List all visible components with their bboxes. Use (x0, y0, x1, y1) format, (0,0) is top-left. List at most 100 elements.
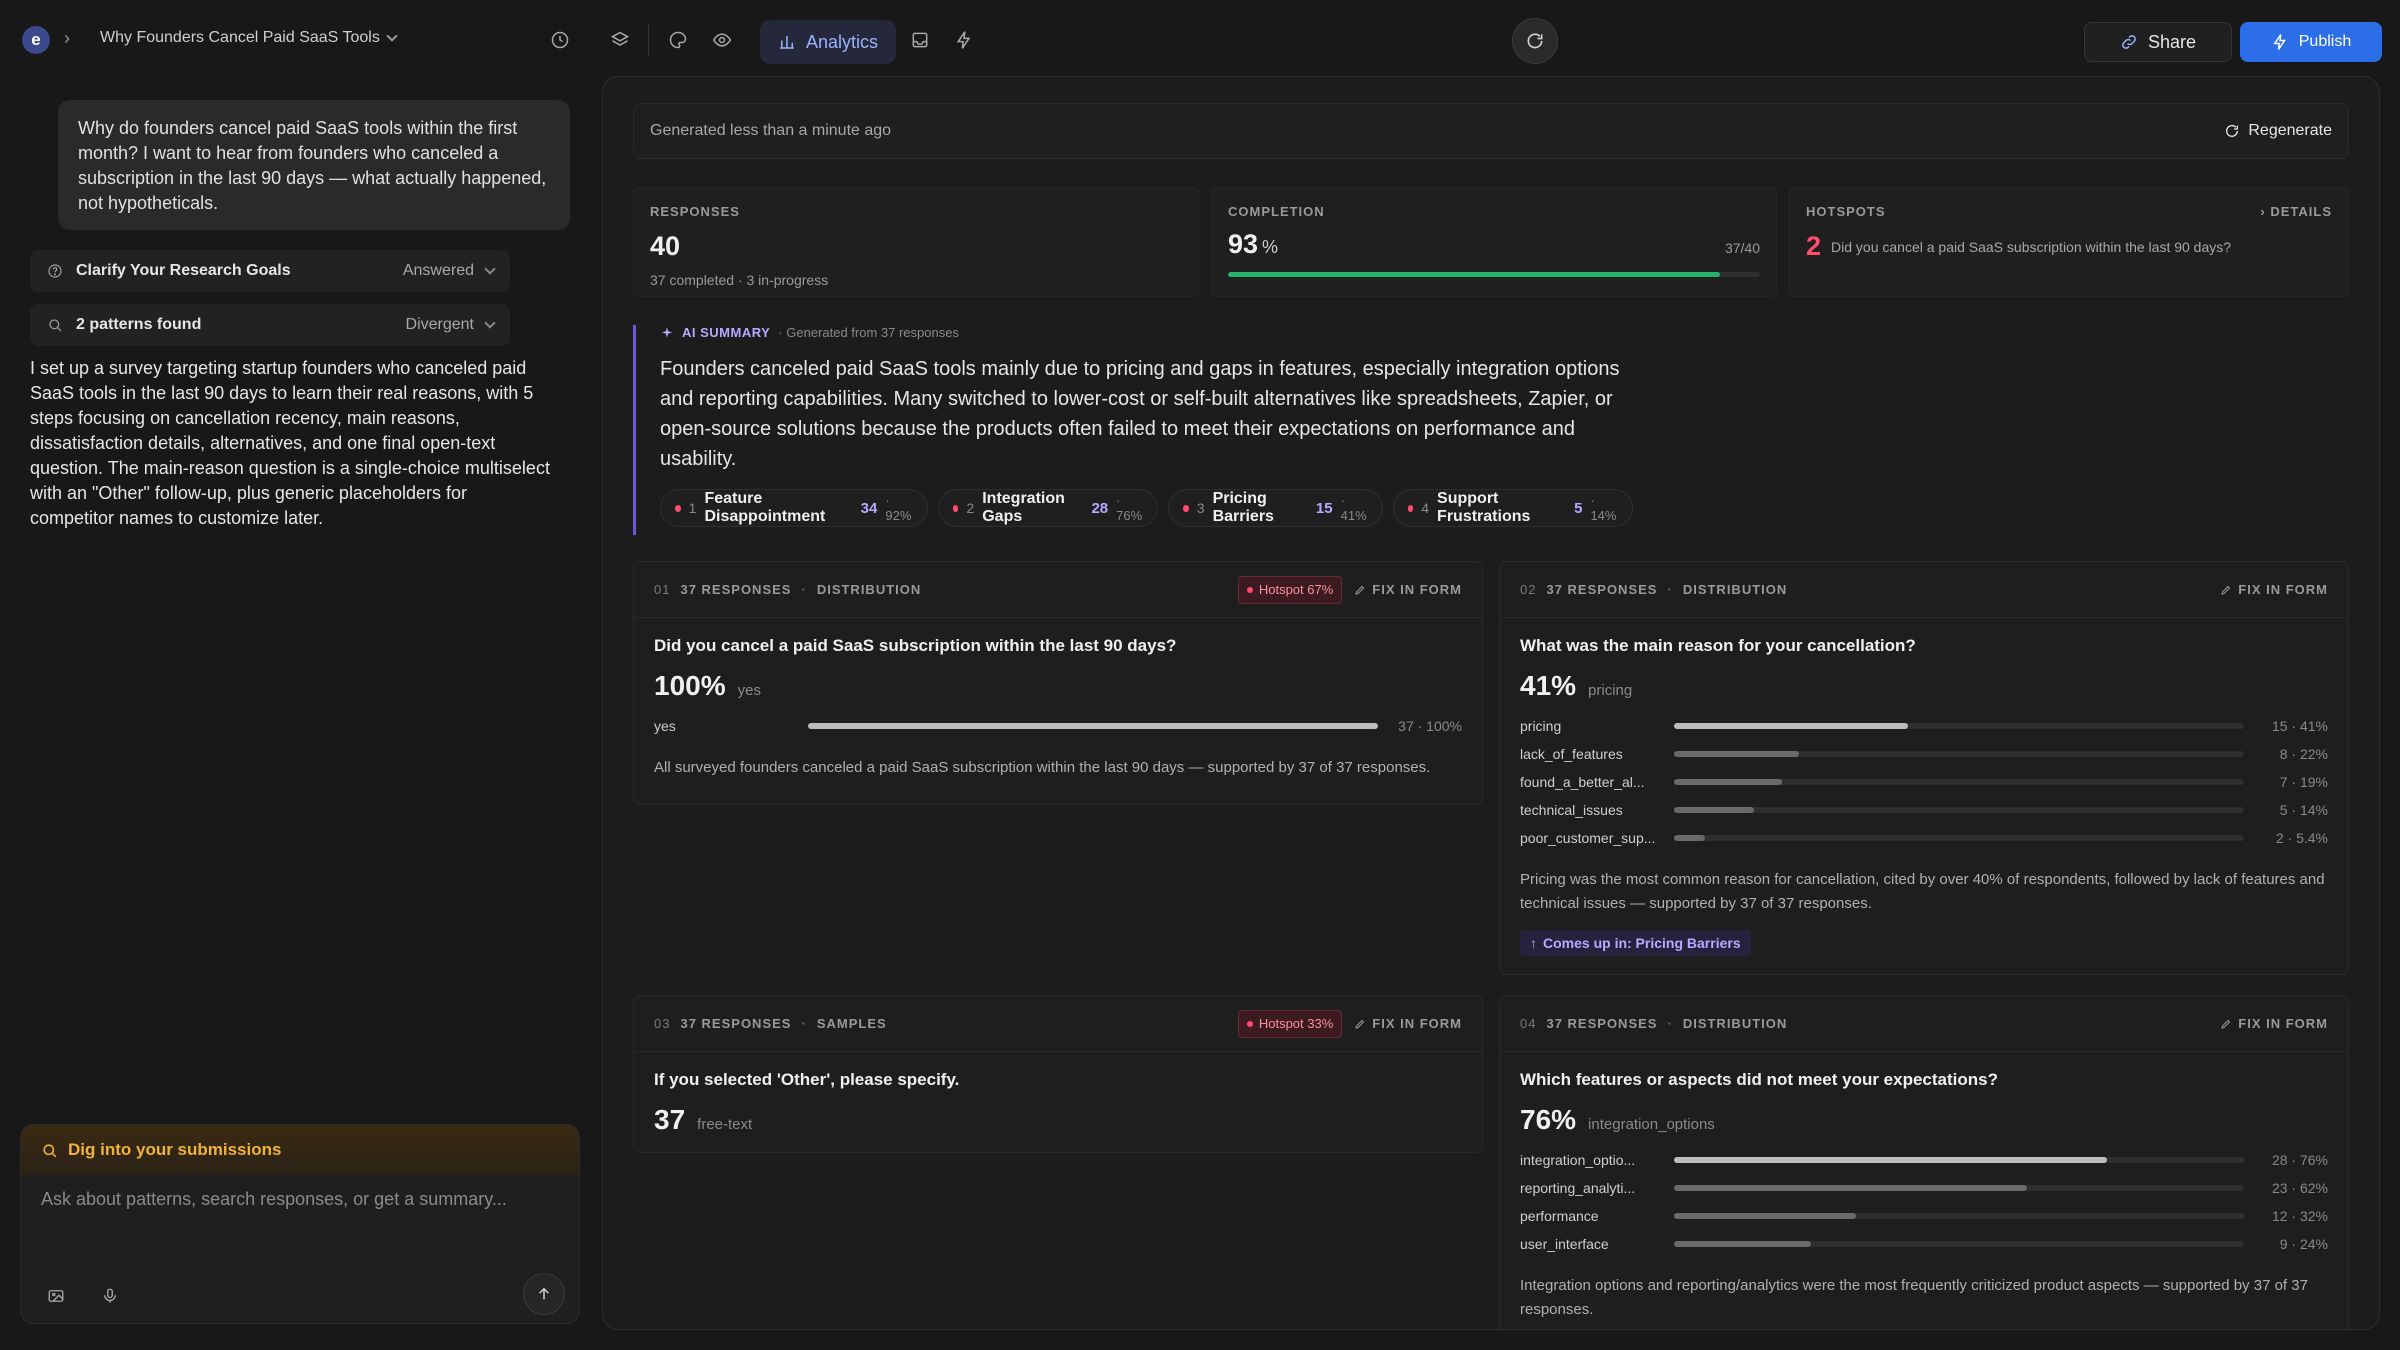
theme-name: Integration Gaps (982, 490, 1065, 525)
distribution-bar-track (1674, 1241, 2244, 1247)
tab-analytics[interactable]: Analytics (760, 20, 896, 64)
stat-responses: RESPONSES 40 37 completed · 3 in-progres… (633, 187, 1199, 297)
distribution-label: yes (654, 718, 676, 734)
chevron-down-icon (484, 317, 496, 329)
hotspot-count: 2 (1806, 231, 1822, 261)
question-top-label: free-text (697, 1116, 753, 1133)
hotspot-question[interactable]: Did you cancel a paid SaaS subscription … (1831, 239, 2231, 255)
regenerate-label: Regenerate (2248, 122, 2332, 139)
distribution-bar-fill (1674, 1185, 2028, 1191)
distribution-row[interactable]: yes 37 · 100% (654, 712, 1462, 740)
theme-name: Feature Disappointment (704, 490, 826, 525)
search-icon (46, 316, 64, 334)
question-top-label: yes (737, 682, 761, 699)
theme-chip[interactable]: 4 Support Frustrations 5 · 14% (1392, 489, 1633, 527)
microphone-icon[interactable] (97, 1283, 123, 1309)
question-number: 04 (1520, 1016, 1537, 1031)
generated-bar: Generated less than a minute ago Regener… (633, 103, 2349, 159)
theme-chip[interactable]: 3 Pricing Barriers 15 · 41% (1168, 489, 1383, 527)
distribution-label: poor_customer_sup... (1520, 830, 1656, 846)
layers-icon[interactable] (606, 26, 634, 54)
publish-button[interactable]: Publish (2240, 22, 2382, 62)
eye-icon[interactable] (708, 26, 736, 54)
share-button[interactable]: Share (2084, 22, 2232, 62)
theme-chip[interactable]: 1 Feature Disappointment 34 · 92% (660, 489, 928, 527)
question-kind: DISTRIBUTION (1682, 582, 1788, 597)
question-top-label: pricing (1588, 682, 1633, 699)
lightning-icon[interactable] (950, 26, 978, 54)
distribution-value: 2 · 5.4% (2275, 830, 2328, 846)
step-patterns-found[interactable]: 2 patterns found Divergent (30, 304, 510, 346)
distribution-row[interactable]: integration_optio... 28 · 76% (1520, 1146, 2328, 1174)
distribution-row[interactable]: reporting_analyti... 23 · 62% (1520, 1174, 2328, 1202)
ai-summary-label: AI SUMMARY (682, 325, 771, 340)
theme-link-label: Comes up in: Pricing Barriers (1543, 935, 1741, 951)
top-bar: e › Why Founders Cancel Paid SaaS Tools … (0, 0, 2400, 80)
distribution-row[interactable]: found_a_better_al... 7 · 19% (1520, 768, 2328, 796)
stat-value: 40 (650, 231, 681, 261)
chat-input[interactable] (41, 1189, 561, 1210)
sparkle-icon (661, 326, 673, 338)
app-logo[interactable]: e (22, 26, 50, 54)
project-title-dropdown[interactable]: Why Founders Cancel Paid SaaS Tools (100, 29, 398, 47)
distribution-row[interactable]: lack_of_features 8 · 22% (1520, 740, 2328, 768)
fix-in-form-link[interactable]: FIX IN FORM (1354, 1016, 1462, 1031)
distribution-label: user_interface (1520, 1236, 1609, 1252)
regenerate-button[interactable]: Regenerate (2224, 122, 2332, 140)
theme-link-badge[interactable]: ↑ Comes up in: Pricing Barriers (1520, 930, 1751, 956)
distribution-bar-fill (1674, 723, 1908, 729)
fix-in-form-link[interactable]: FIX IN FORM (2220, 582, 2328, 597)
agent-message: I set up a survey targeting startup foun… (30, 358, 550, 528)
details-link[interactable]: › DETAILS (2260, 204, 2332, 219)
distribution-value: 9 · 24% (2279, 1236, 2328, 1252)
distribution-value: 5 · 14% (2279, 802, 2328, 818)
question-top-value: 41% (1520, 670, 1577, 701)
distribution-value: 28 · 76% (2271, 1152, 2328, 1168)
refresh-button[interactable] (1512, 18, 1558, 64)
image-attach-icon[interactable] (43, 1283, 69, 1309)
step-status: Answered (402, 262, 474, 279)
question-kind: DISTRIBUTION (1682, 1016, 1788, 1031)
question-top-value: 100% (654, 670, 726, 701)
distribution-row[interactable]: performance 12 · 32% (1520, 1202, 2328, 1230)
hotspot-label: Hotspot 67% (1258, 582, 1334, 597)
question-responses: 37 RESPONSES (680, 582, 792, 597)
distribution-label: lack_of_features (1520, 746, 1623, 762)
chevron-down-icon (484, 263, 496, 275)
theme-count: 5 (1574, 499, 1583, 517)
distribution-value: 23 · 62% (2271, 1180, 2328, 1196)
hotspot-badge[interactable]: Hotspot 33% (1237, 1009, 1343, 1038)
fix-in-form-link[interactable]: FIX IN FORM (1354, 582, 1462, 597)
distribution-row[interactable]: pricing 15 · 41% (1520, 712, 2328, 740)
stat-label: HOTSPOTS (1806, 204, 1886, 219)
breadcrumb-chevron-icon: › (64, 28, 70, 48)
theme-chip[interactable]: 2 Integration Gaps 28 · 76% (937, 489, 1159, 527)
theme-chips: 1 Feature Disappointment 34 · 92% 2 Inte… (660, 489, 1633, 527)
fix-in-form-link[interactable]: FIX IN FORM (2220, 1016, 2328, 1031)
theme-percent: · 41% (1340, 493, 1367, 523)
palette-icon[interactable] (664, 26, 692, 54)
history-icon[interactable] (546, 26, 574, 54)
step-clarify-goals[interactable]: Clarify Your Research Goals Answered (30, 250, 510, 292)
ai-summary-source: · Generated from 37 responses (778, 325, 959, 340)
hotspot-dot (952, 504, 959, 512)
distribution-label: reporting_analyti... (1520, 1180, 1636, 1196)
stat-value: 93 (1228, 229, 1259, 259)
inbox-icon[interactable] (906, 26, 934, 54)
theme-count: 28 (1091, 499, 1109, 517)
distribution-row[interactable]: poor_customer_sup... 2 · 5.4% (1520, 824, 2328, 852)
publish-label: Publish (2298, 33, 2352, 50)
theme-percent: · 92% (885, 493, 912, 523)
hotspot-badge[interactable]: Hotspot 67% (1237, 575, 1343, 604)
toolbar-divider (648, 24, 649, 56)
stat-label: RESPONSES (650, 204, 740, 219)
distribution-bar-track (1674, 751, 2244, 757)
tab-analytics-label: Analytics (805, 31, 879, 52)
user-prompt-bubble: Why do founders cancel paid SaaS tools w… (58, 100, 570, 230)
distribution-row[interactable]: user_interface 9 · 24% (1520, 1230, 2328, 1258)
distribution-row[interactable]: technical_issues 5 · 14% (1520, 796, 2328, 824)
question-top-label: integration_options (1588, 1116, 1715, 1133)
ai-summary: AI SUMMARY · Generated from 37 responses… (633, 325, 1633, 535)
send-button[interactable] (523, 1273, 565, 1315)
question-kind: DISTRIBUTION (816, 582, 922, 597)
